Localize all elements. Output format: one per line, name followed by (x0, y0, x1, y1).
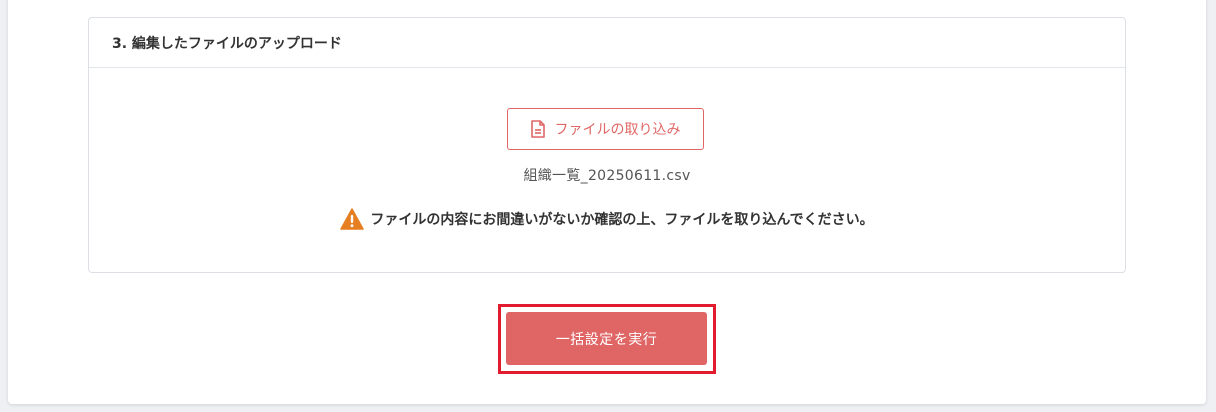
upload-section-body: ファイルの取り込み 組織一覧_20250611.csv ファイルの内容にお間違い… (89, 68, 1125, 272)
selected-file-name: 組織一覧_20250611.csv (523, 168, 691, 184)
execute-bulk-settings-button[interactable]: 一括設定を実行 (506, 312, 707, 365)
warning-message: ファイルの内容にお間違いがないか確認の上、ファイルを取り込んでください。 (89, 208, 1125, 230)
import-file-label: ファイルの取り込み (554, 122, 681, 138)
upload-section-panel: 3. 編集したファイルのアップロード ファイルの取り込み 組織一覧_202506… (88, 17, 1126, 273)
file-icon (530, 120, 545, 138)
warning-text: ファイルの内容にお間違いがないか確認の上、ファイルを取り込んでください。 (370, 212, 874, 228)
import-file-button[interactable]: ファイルの取り込み (507, 108, 704, 150)
warning-icon (340, 208, 365, 230)
section-title: 3. 編集したファイルのアップロード (89, 18, 1125, 68)
